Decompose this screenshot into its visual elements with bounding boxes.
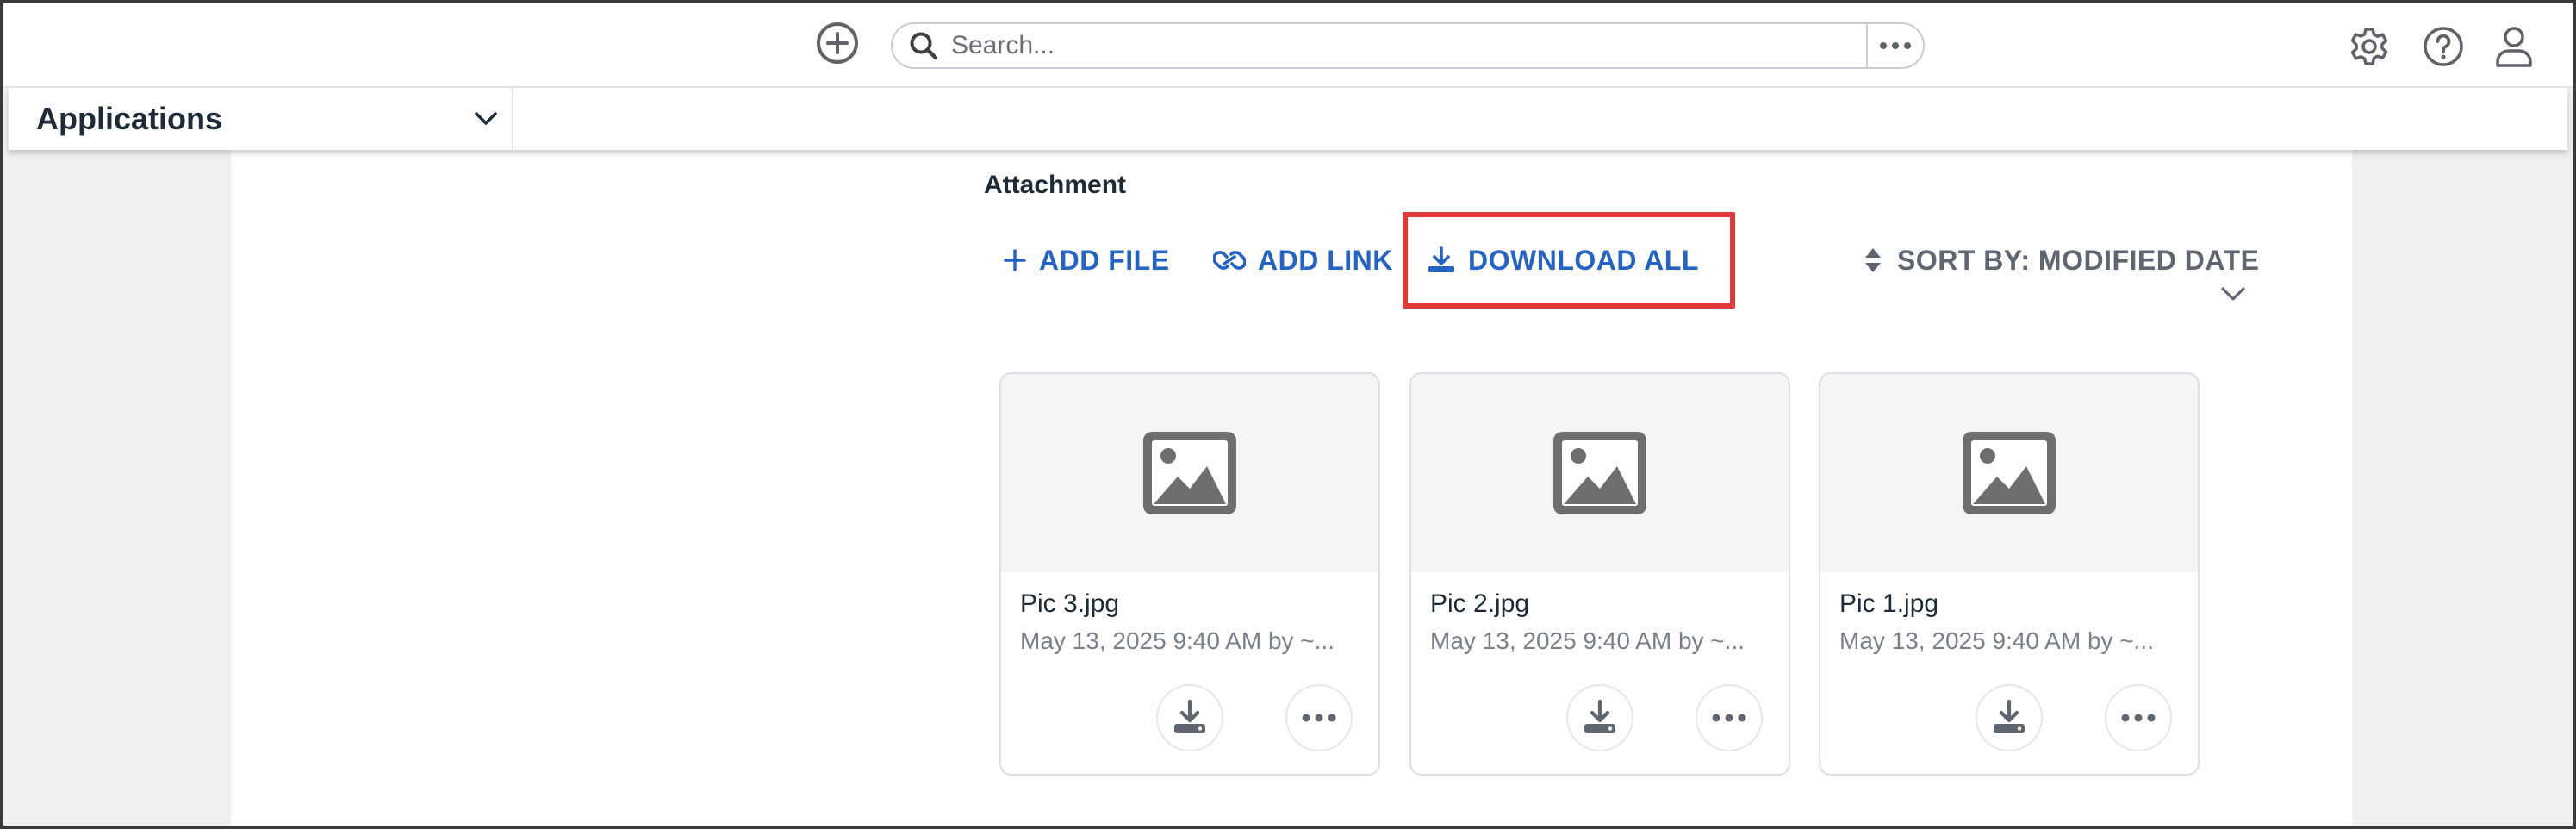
attachment-thumbnail[interactable] [1411, 374, 1789, 572]
download-icon [1994, 699, 2025, 733]
attachment-meta: May 13, 2025 9:40 AM by ~... [1839, 627, 2154, 654]
add-file-label: ADD FILE [1039, 244, 1170, 276]
attachment-thumbnail[interactable] [1001, 374, 1378, 572]
help-icon[interactable] [2421, 24, 2466, 69]
attachment-card[interactable]: Pic 3.jpg May 13, 2025 9:40 AM by ~... [999, 372, 1380, 776]
link-icon [1213, 251, 1246, 270]
attachment-meta: May 13, 2025 9:40 AM by ~... [1020, 627, 1335, 654]
download-all-highlight [1403, 212, 1735, 309]
attachment-name: Pic 2.jpg [1430, 589, 1530, 618]
image-icon [1143, 432, 1236, 514]
more-options-button[interactable] [1696, 684, 1763, 751]
download-button[interactable] [1156, 684, 1223, 751]
download-button[interactable] [1976, 684, 2043, 751]
sort-chevron-down-icon[interactable] [2219, 284, 2247, 309]
download-icon [1584, 699, 1615, 733]
image-icon [1553, 432, 1646, 514]
attachment-name: Pic 1.jpg [1839, 589, 1939, 618]
add-file-button[interactable]: ADD FILE [1003, 241, 1170, 279]
attachment-meta: May 13, 2025 9:40 AM by ~... [1430, 627, 1745, 654]
applications-dropdown[interactable]: Applications [9, 88, 513, 150]
top-navigation-bar [0, 0, 2576, 88]
add-link-label: ADD LINK [1258, 244, 1393, 276]
applications-label: Applications [36, 101, 223, 136]
download-button[interactable] [1566, 684, 1633, 751]
gear-icon[interactable] [2347, 24, 2392, 69]
attachment-card[interactable]: Pic 2.jpg May 13, 2025 9:40 AM by ~... [1409, 372, 1790, 776]
sort-label: SORT BY: MODIFIED DATE [1897, 244, 2260, 276]
sort-button[interactable]: SORT BY: MODIFIED DATE [1864, 241, 2259, 279]
image-icon [1963, 432, 2056, 514]
chevron-down-icon [460, 111, 512, 127]
download-icon [1174, 699, 1205, 733]
section-title: Attachment [984, 171, 1127, 199]
add-icon[interactable] [817, 22, 858, 64]
attachment-card[interactable]: Pic 1.jpg May 13, 2025 9:40 AM by ~... [1819, 372, 2200, 776]
user-icon[interactable] [2492, 24, 2536, 69]
search-options-button[interactable] [1866, 24, 1923, 67]
add-link-button[interactable]: ADD LINK [1213, 241, 1393, 279]
ellipsis-icon [1302, 714, 1336, 722]
ellipsis-icon [1712, 714, 1746, 722]
attachment-thumbnail[interactable] [1820, 374, 2198, 572]
sort-arrows-icon [1865, 248, 1881, 272]
ellipsis-icon [2121, 714, 2156, 722]
search-icon [893, 24, 944, 67]
attachment-name: Pic 3.jpg [1020, 589, 1120, 618]
more-options-button[interactable] [2105, 684, 2172, 751]
search-bar [891, 22, 1925, 69]
plus-icon [1004, 249, 1026, 271]
more-options-button[interactable] [1285, 684, 1353, 751]
search-input[interactable] [944, 26, 1866, 65]
application-bar: Applications [9, 88, 2567, 150]
ellipsis-icon [1880, 42, 1911, 49]
